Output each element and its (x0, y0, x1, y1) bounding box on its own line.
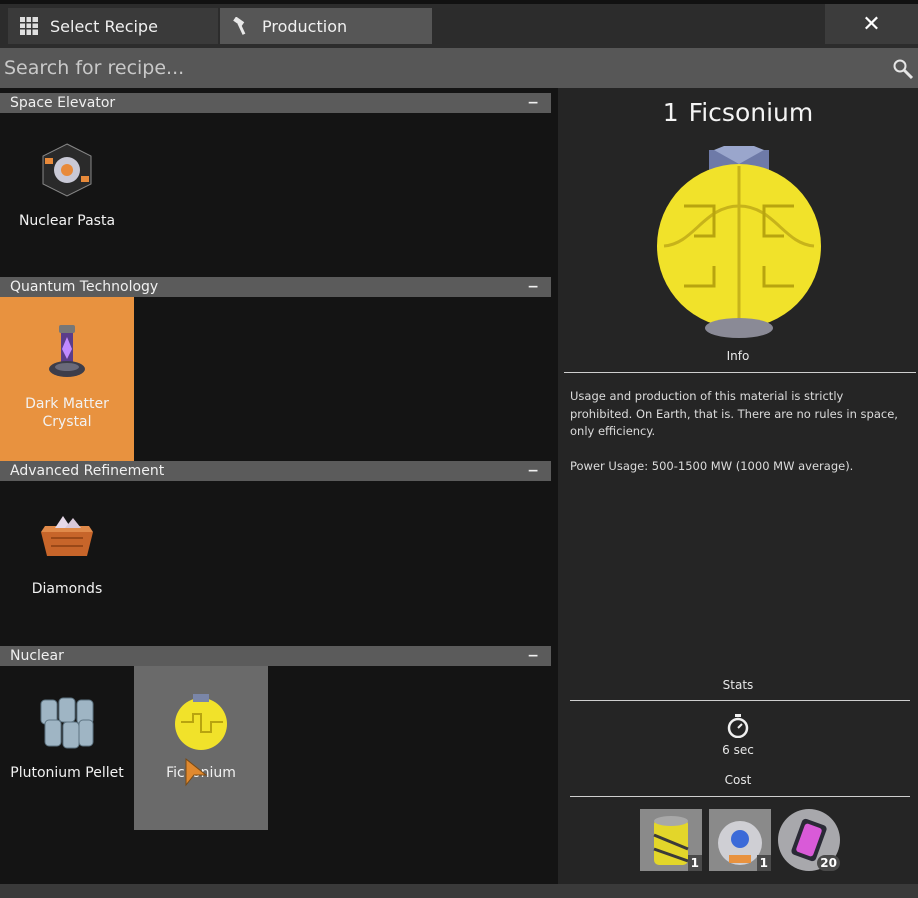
cost-count: 1 (756, 855, 771, 871)
recipe-nuclear-pasta[interactable]: Nuclear Pasta (0, 114, 134, 278)
description: Usage and production of this material is… (570, 388, 900, 492)
tab-label: Select Recipe (50, 16, 158, 36)
stats-label: Stats (722, 678, 754, 692)
divider (570, 700, 910, 701)
cost-count: 1 (687, 855, 702, 871)
collapse-icon[interactable]: − (527, 646, 539, 666)
category-title: Quantum Technology (10, 279, 159, 295)
recipe-label: Nuclear Pasta (18, 213, 116, 229)
collapse-icon[interactable]: − (527, 277, 539, 297)
craft-time: 6 sec (722, 743, 754, 757)
power-usage: Power Usage: 500-1500 MW (1000 MW averag… (570, 458, 854, 473)
cost-item-dark-matter-residue[interactable]: 20 (778, 809, 840, 871)
close-icon: ✕ (862, 11, 881, 37)
collapse-icon[interactable]: − (527, 461, 539, 481)
recipe-label: Diamonds (31, 581, 103, 597)
recipe-dark-matter-crystal[interactable]: Dark Matter Crystal (0, 297, 134, 461)
cursor-icon (185, 757, 208, 787)
category-header-quantum-technology[interactable]: Quantum Technology − (0, 277, 551, 297)
tab-production[interactable]: Production (220, 8, 432, 44)
collapse-icon[interactable]: − (527, 93, 539, 113)
cost-count: 20 (817, 855, 840, 871)
category-title: Nuclear (10, 648, 64, 664)
category-header-space-elevator[interactable]: Space Elevator − (0, 93, 551, 113)
recipe-list: Space Elevator − Nuclear Pasta Quantum T… (0, 88, 558, 884)
dark-matter-crystal-icon (49, 325, 85, 377)
recipe-ficsonium[interactable]: Ficsonium (134, 666, 268, 830)
tab-label: Production (262, 16, 348, 36)
hammer-icon (233, 17, 246, 35)
category-title: Space Elevator (10, 95, 116, 111)
detail-name: Ficsonium (688, 98, 814, 127)
recipe-detail-panel: 1 Ficsonium Info Usage and production of … (558, 88, 918, 884)
search-input[interactable] (4, 57, 864, 79)
recipe-plutonium-pellet[interactable]: Plutonium Pellet (0, 666, 134, 830)
recipe-label: Plutonium Pellet (10, 765, 124, 781)
cost-item-singularity-cell[interactable]: 1 (709, 809, 771, 871)
ficsonium-large-icon (657, 146, 821, 338)
close-button[interactable]: ✕ (825, 4, 918, 44)
category-header-advanced-refinement[interactable]: Advanced Refinement − (0, 461, 551, 481)
plutonium-pellet-icon (40, 697, 94, 749)
timer-icon (727, 714, 749, 738)
detail-quantity: 1 (662, 98, 679, 127)
search-bar (0, 48, 918, 88)
divider (570, 796, 910, 797)
grid-icon (20, 17, 38, 35)
recipe-diamonds[interactable]: Diamonds (0, 482, 134, 646)
tab-select-recipe[interactable]: Select Recipe (8, 8, 218, 44)
recipe-label: Dark Matter Crystal (25, 396, 109, 430)
top-strip (0, 0, 918, 4)
cost-label: Cost (724, 773, 752, 787)
info-label: Info (726, 349, 750, 363)
divider (564, 372, 916, 373)
diamonds-icon (41, 516, 93, 556)
category-header-nuclear[interactable]: Nuclear − (0, 646, 551, 666)
description-text: Usage and production of this material is… (570, 389, 898, 438)
nuclear-pasta-icon (42, 143, 92, 197)
search-icon[interactable] (892, 58, 914, 80)
cost-item-plutonium-waste[interactable]: 1 (640, 809, 702, 871)
ficsonium-icon (175, 694, 227, 750)
category-title: Advanced Refinement (10, 463, 165, 479)
detail-title: 1 Ficsonium (558, 98, 918, 127)
bottom-bar (0, 884, 918, 898)
